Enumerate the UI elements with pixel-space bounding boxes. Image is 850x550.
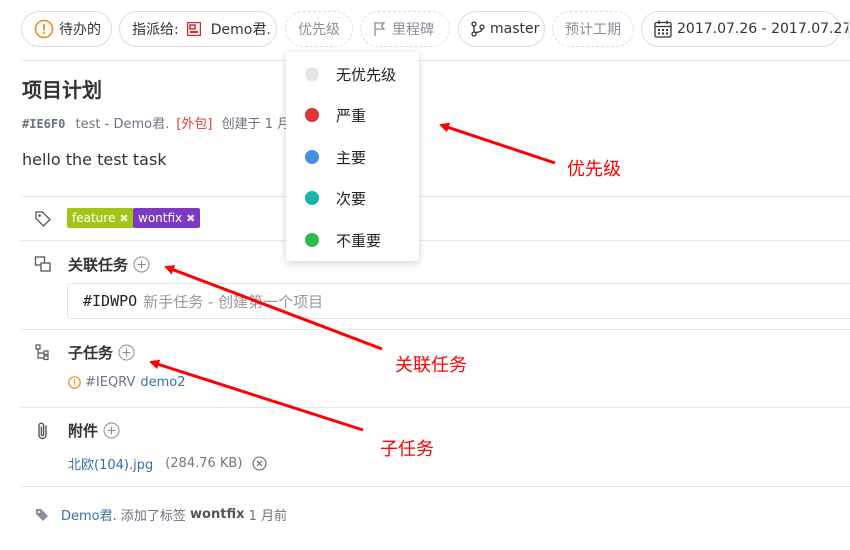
assignee-name: Demo君.: [210, 22, 271, 38]
priority-pill[interactable]: 优先级: [285, 11, 353, 47]
activity-entry: Demo君. 添加了标签 wontfix 1 月前: [35, 505, 287, 524]
related-task-code: #IDWPO: [83, 292, 138, 310]
milestone-label: 里程碑: [392, 22, 434, 38]
related-task-item[interactable]: #IDWPO 新手任务 - 创建第一个项目: [67, 283, 850, 319]
priority-label: 优先级: [298, 22, 340, 38]
subtasks-title: 子任务: [68, 342, 135, 363]
priority-dropdown: 无优先级 严重 主要 次要 不重要: [286, 52, 419, 261]
subtask-item[interactable]: #IEQRV demo2: [68, 375, 186, 390]
branch-pill[interactable]: master: [458, 11, 545, 47]
priority-dot-icon: [305, 191, 319, 205]
attachment-item: 北欧(104).jpg (284.76 KB): [68, 454, 267, 473]
priority-dot-icon: [305, 150, 319, 164]
divider: [21, 486, 850, 487]
add-subtask-icon[interactable]: [118, 344, 135, 361]
remove-attachment-icon[interactable]: [252, 456, 267, 471]
activity-tag-icon: [35, 508, 49, 522]
link-task-icon: [34, 255, 52, 273]
priority-option-label: 主要: [336, 148, 367, 167]
divider: [21, 196, 850, 197]
subtask-tree-icon: [34, 343, 52, 361]
user-avatar-icon: [186, 22, 201, 36]
task-meta: #IE6F0 test - Demo君. [外包] 创建于 1 月: [22, 113, 290, 132]
activity-tag: wontfix: [190, 507, 245, 522]
plan-pill[interactable]: 预计工期: [552, 11, 634, 47]
flag-icon: [373, 21, 387, 37]
attachment-file-link[interactable]: 北欧(104).jpg: [68, 454, 153, 473]
priority-dot-icon: [305, 108, 319, 122]
priority-option-minor[interactable]: 次要: [286, 178, 419, 218]
subtask-arrow: [149, 359, 364, 432]
related-tasks-title: 关联任务: [68, 254, 150, 275]
subtask-status-icon: [68, 376, 81, 389]
subtasks-title-label: 子任务: [68, 344, 114, 362]
priority-option-major[interactable]: 主要: [286, 137, 419, 177]
tag-feature[interactable]: feature ✖: [67, 208, 134, 228]
priority-dot-icon: [305, 233, 319, 247]
milestone-pill[interactable]: 里程碑: [360, 11, 450, 47]
priority-option-none[interactable]: 无优先级: [286, 54, 419, 94]
task-code: #IE6F0: [22, 117, 66, 131]
project-link[interactable]: test: [76, 117, 101, 132]
divider: [21, 329, 850, 330]
tag-label: feature: [72, 211, 116, 225]
date-range-label: 2017.07.26 - 2017.07.27: [677, 21, 850, 37]
priority-option-label: 严重: [336, 106, 367, 125]
divider: [21, 60, 850, 61]
subtask-code: #IEQRV: [85, 375, 136, 390]
activity-time: 1 月前: [244, 509, 288, 524]
divider: [21, 407, 850, 408]
subtask-name[interactable]: demo2: [140, 375, 185, 390]
assignee-prefix: 指派给:: [132, 22, 179, 38]
annotation-subtask-label: 子任务: [380, 439, 434, 460]
tag-icon: [34, 210, 52, 228]
meta-separator: -: [100, 117, 114, 132]
task-toolbar: 待办的 指派给: Demo君. 优先级 里程碑 master 预计工期 2017…: [21, 11, 850, 47]
date-range-pill[interactable]: 2017.07.26 - 2017.07.27: [641, 11, 850, 47]
add-attachment-icon[interactable]: [103, 422, 120, 439]
outsource-badge: [外包]: [176, 117, 213, 132]
activity-user[interactable]: Demo君.: [61, 505, 117, 524]
task-description: hello the test task: [22, 150, 167, 169]
priority-option-label: 不重要: [336, 231, 382, 250]
priority-option-trivial[interactable]: 不重要: [286, 220, 419, 260]
related-title-label: 关联任务: [68, 256, 129, 274]
branch-label: master: [490, 21, 540, 37]
plan-label: 预计工期: [565, 22, 621, 38]
author-link[interactable]: Demo君.: [113, 117, 169, 132]
created-time: 创建于 1 月: [221, 117, 291, 132]
remove-tag-icon[interactable]: ✖: [119, 212, 128, 225]
exclamation-circle-icon: [34, 19, 54, 39]
related-task-name: 新手任务 - 创建第一个项目: [143, 292, 324, 311]
attachments-title-label: 附件: [68, 422, 99, 440]
priority-dot-icon: [305, 67, 319, 81]
priority-option-critical[interactable]: 严重: [286, 95, 419, 135]
divider: [21, 240, 850, 241]
annotation-priority-label: 优先级: [567, 159, 621, 180]
remove-tag-icon[interactable]: ✖: [186, 212, 195, 225]
status-pill[interactable]: 待办的: [21, 11, 112, 47]
tag-label: wontfix: [138, 211, 183, 225]
attachments-title: 附件: [68, 420, 120, 441]
add-related-icon[interactable]: [133, 256, 150, 273]
annotation-related-label: 关联任务: [395, 355, 467, 376]
priority-arrow: [439, 122, 556, 165]
git-branch-icon: [471, 21, 485, 37]
page-title: 项目计划: [22, 78, 102, 102]
assignee-pill[interactable]: 指派给: Demo君.: [119, 11, 277, 47]
attachment-size: (284.76 KB): [165, 456, 243, 471]
priority-option-label: 次要: [336, 189, 367, 208]
tag-wontfix[interactable]: wontfix ✖: [133, 208, 201, 228]
status-label: 待办的: [59, 22, 101, 38]
activity-action: 添加了标签: [116, 509, 191, 524]
priority-option-label: 无优先级: [336, 65, 397, 84]
paperclip-icon: [34, 421, 52, 440]
calendar-icon: [654, 20, 672, 38]
